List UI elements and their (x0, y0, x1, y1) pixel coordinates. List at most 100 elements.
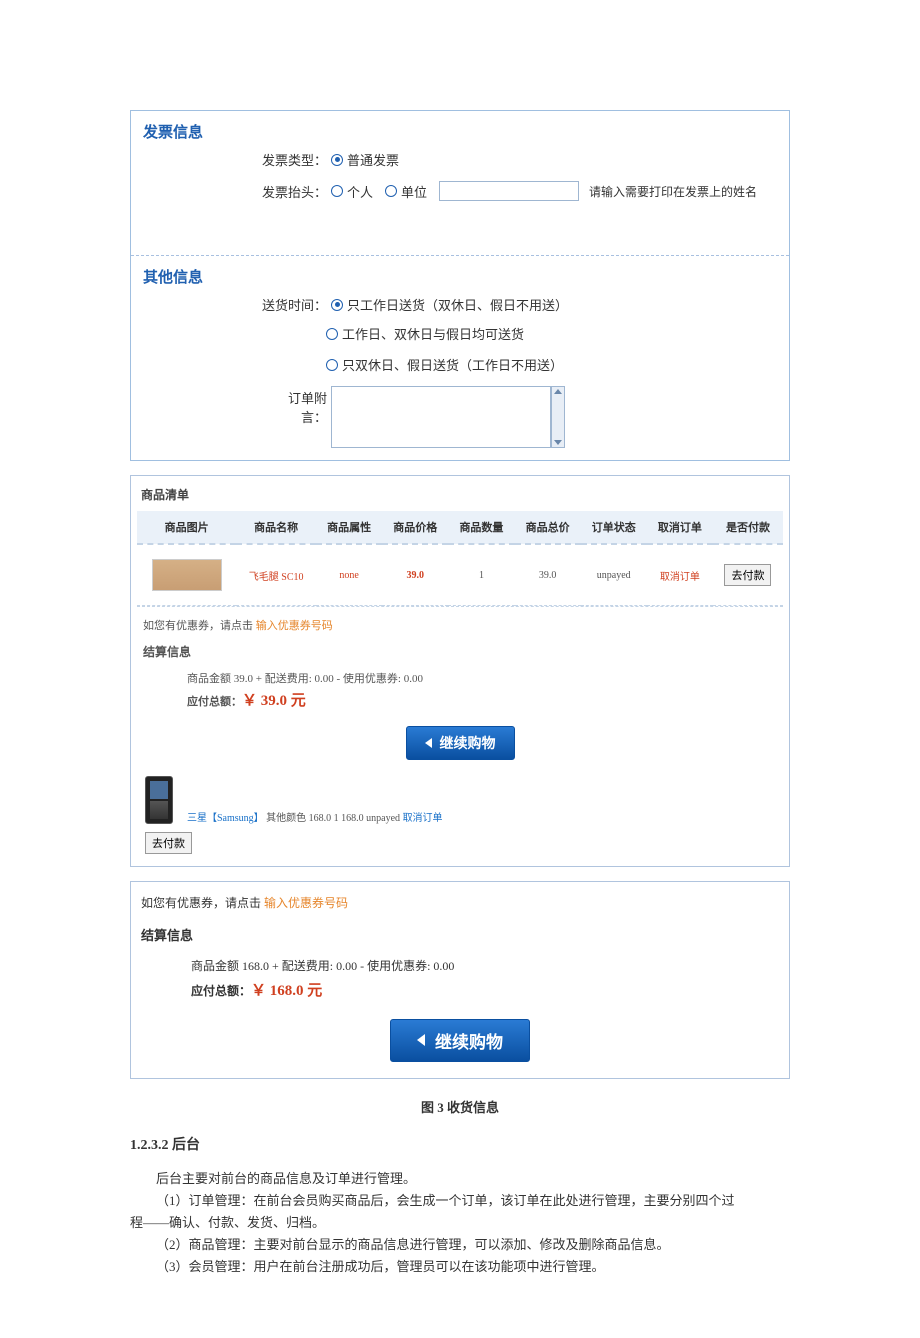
para-2b: 程——确认、付款、发货、归档。 (130, 1212, 790, 1234)
settle-line-1: 商品金额 39.0 + 配送费用: 0.00 - 使用优惠券: 0.00 (187, 670, 733, 689)
order-notes-row: 订单附言： (131, 380, 789, 460)
coupon-link-2[interactable]: 输入优惠券号码 (264, 896, 348, 910)
product-total: 39.0 (515, 544, 581, 606)
pay-total-1: 应付总额：￥ 39.0 元 (187, 689, 733, 715)
invoice-name-input[interactable] (439, 181, 579, 201)
para-2: （1）订单管理：在前台会员购买商品后，会生成一个订单，该订单在此处进行管理，主要… (130, 1190, 790, 1212)
settlement-panel-2: 如您有优惠券，请点击 输入优惠券号码 结算信息 商品金额 168.0 + 配送费… (130, 881, 790, 1079)
settle-body-2: 商品金额 168.0 + 配送费用: 0.00 - 使用优惠券: 0.00 应付… (141, 950, 779, 1019)
invoice-head-company-radio[interactable]: 单位 (385, 182, 427, 201)
ship-opt1-label: 只工作日送货（双休日、假日不用送） (347, 295, 568, 314)
table-row: 飞毛腿 SC10 none 39.0 1 39.0 unpayed 取消订单 去… (137, 544, 783, 606)
cart-title: 商品清单 (137, 482, 783, 507)
body-text: 后台主要对前台的商品信息及订单进行管理。 （1）订单管理：在前台会员购买商品后，… (130, 1168, 790, 1278)
invoice-type-normal-radio[interactable]: 普通发票 (331, 150, 399, 169)
head-company-label: 单位 (401, 182, 427, 201)
ship-options: 工作日、双休日与假日均可送货 只双休日、假日送货（工作日不用送） (131, 318, 789, 380)
invoice-title: 发票信息 (131, 111, 789, 144)
col-cancel: 取消订单 (647, 511, 713, 544)
radio-selected-icon (331, 154, 343, 166)
coupon-link[interactable]: 输入优惠券号码 (256, 620, 333, 632)
phone-image (145, 776, 173, 824)
figure-caption: 图 3 收货信息 (130, 1097, 790, 1116)
ship-opt3-radio[interactable]: 只双休日、假日送货（工作日不用送） (326, 349, 789, 380)
invoice-head-label: 发票抬头： (251, 182, 331, 201)
col-total: 商品总价 (515, 511, 581, 544)
invoice-hint: 请输入需要打印在发票上的姓名 (589, 183, 757, 200)
cart-table: 商品图片 商品名称 商品属性 商品价格 商品数量 商品总价 订单状态 取消订单 … (137, 511, 783, 606)
col-img: 商品图片 (137, 511, 236, 544)
product-rest: 其他颜色 168.0 1 168.0 unpayed (264, 813, 403, 824)
second-product-info: 三星【Samsung】 其他颜色 168.0 1 168.0 unpayed 取… (187, 809, 443, 824)
invoice-type-label: 发票类型： (251, 150, 331, 169)
order-status: unpayed (581, 544, 647, 606)
order-notes-textarea[interactable] (331, 386, 551, 448)
ship-opt2-radio[interactable]: 工作日、双休日与假日均可送货 (326, 318, 789, 349)
invoice-head-personal-radio[interactable]: 个人 (331, 182, 373, 201)
settle-title-1: 结算信息 (137, 639, 783, 664)
ship-opt3-label: 只双休日、假日送货（工作日不用送） (342, 355, 563, 374)
product-name[interactable]: 飞毛腿 SC10 (249, 572, 304, 583)
cancel-order-link-2[interactable]: 取消订单 (403, 813, 443, 824)
cancel-order-link[interactable]: 取消订单 (660, 572, 700, 583)
cart-header-row: 商品图片 商品名称 商品属性 商品价格 商品数量 商品总价 订单状态 取消订单 … (137, 511, 783, 544)
continue-shopping-button-2[interactable]: 继续购物 (390, 1019, 530, 1062)
head-personal-label: 个人 (347, 182, 373, 201)
pay-amount-2: ￥ 168.0 元 (251, 983, 322, 999)
second-product-row: 三星【Samsung】 其他颜色 168.0 1 168.0 unpayed 取… (137, 770, 783, 828)
product-image (152, 559, 222, 591)
continue-label-2: 继续购物 (435, 1028, 503, 1053)
coupon-prefix: 如您有优惠券，请点击 (143, 620, 256, 632)
continue-label-1: 继续购物 (440, 733, 496, 753)
pay-total-2: 应付总额：￥ 168.0 元 (191, 978, 729, 1005)
radio-empty-icon (331, 185, 343, 197)
continue-wrap-1: 继续购物 (137, 720, 783, 770)
invoice-type-row: 发票类型： 普通发票 (131, 144, 789, 175)
coupon-prefix-2: 如您有优惠券，请点击 (141, 896, 264, 910)
cart-panel: 商品清单 商品图片 商品名称 商品属性 商品价格 商品数量 商品总价 订单状态 … (130, 475, 790, 867)
coupon-line-1: 如您有优惠券，请点击 输入优惠券号码 (137, 606, 783, 639)
radio-empty-icon (326, 328, 338, 340)
para-4: （3）会员管理：用户在前台注册成功后，管理员可以在该功能项中进行管理。 (130, 1256, 790, 1278)
go-pay-button-2[interactable]: 去付款 (145, 832, 192, 854)
col-paid: 是否付款 (713, 511, 783, 544)
product-price: 39.0 (407, 570, 425, 581)
product-brand[interactable]: 三星【Samsung】 (187, 813, 264, 824)
radio-selected-icon (331, 299, 343, 311)
triangle-left-icon (425, 738, 432, 748)
scroll-down-icon (554, 440, 562, 445)
triangle-left-icon (417, 1034, 425, 1046)
continue-shopping-button[interactable]: 继续购物 (406, 726, 515, 760)
col-name: 商品名称 (236, 511, 316, 544)
col-attr: 商品属性 (316, 511, 382, 544)
invoice-type-value: 普通发票 (347, 150, 399, 169)
ship-opt2-label: 工作日、双休日与假日均可送货 (342, 324, 524, 343)
product-qty: 1 (448, 544, 514, 606)
go-pay-button[interactable]: 去付款 (724, 564, 771, 586)
radio-empty-icon (326, 359, 338, 371)
invoice-head-row: 发票抬头： 个人 单位 请输入需要打印在发票上的姓名 (131, 175, 789, 207)
settle-title-2: 结算信息 (141, 915, 779, 950)
order-notes-label: 订单附言： (273, 386, 331, 426)
other-title: 其他信息 (131, 256, 789, 289)
continue-wrap-2: 继续购物 (141, 1019, 779, 1066)
col-qty: 商品数量 (448, 511, 514, 544)
coupon-line-2: 如您有优惠券，请点击 输入优惠券号码 (141, 890, 779, 915)
section-number: 1.2.3.2 后台 (130, 1134, 790, 1154)
product-attr: none (339, 570, 358, 581)
col-price: 商品价格 (382, 511, 448, 544)
pay-label-2: 应付总额： (191, 984, 251, 998)
textarea-scrollbar[interactable] (551, 386, 565, 448)
ship-opt1-radio[interactable]: 只工作日送货（双休日、假日不用送） (331, 295, 568, 314)
para-1: 后台主要对前台的商品信息及订单进行管理。 (130, 1168, 790, 1190)
settle-body-1: 商品金额 39.0 + 配送费用: 0.00 - 使用优惠券: 0.00 应付总… (137, 664, 783, 720)
invoice-other-panel: 发票信息 发票类型： 普通发票 发票抬头： 个人 单位 请输入需要打印在发票上的… (130, 110, 790, 461)
ship-time-row: 送货时间： 只工作日送货（双休日、假日不用送） (131, 289, 789, 320)
pay-amount-1: ￥ 39.0 元 (242, 693, 306, 709)
para-3: （2）商品管理：主要对前台显示的商品信息进行管理，可以添加、修改及删除商品信息。 (130, 1234, 790, 1256)
settle-line-2: 商品金额 168.0 + 配送费用: 0.00 - 使用优惠券: 0.00 (191, 956, 729, 978)
ship-time-label: 送货时间： (251, 295, 331, 314)
scroll-up-icon (554, 389, 562, 394)
pay-label-1: 应付总额： (187, 696, 242, 708)
radio-empty-icon (385, 185, 397, 197)
